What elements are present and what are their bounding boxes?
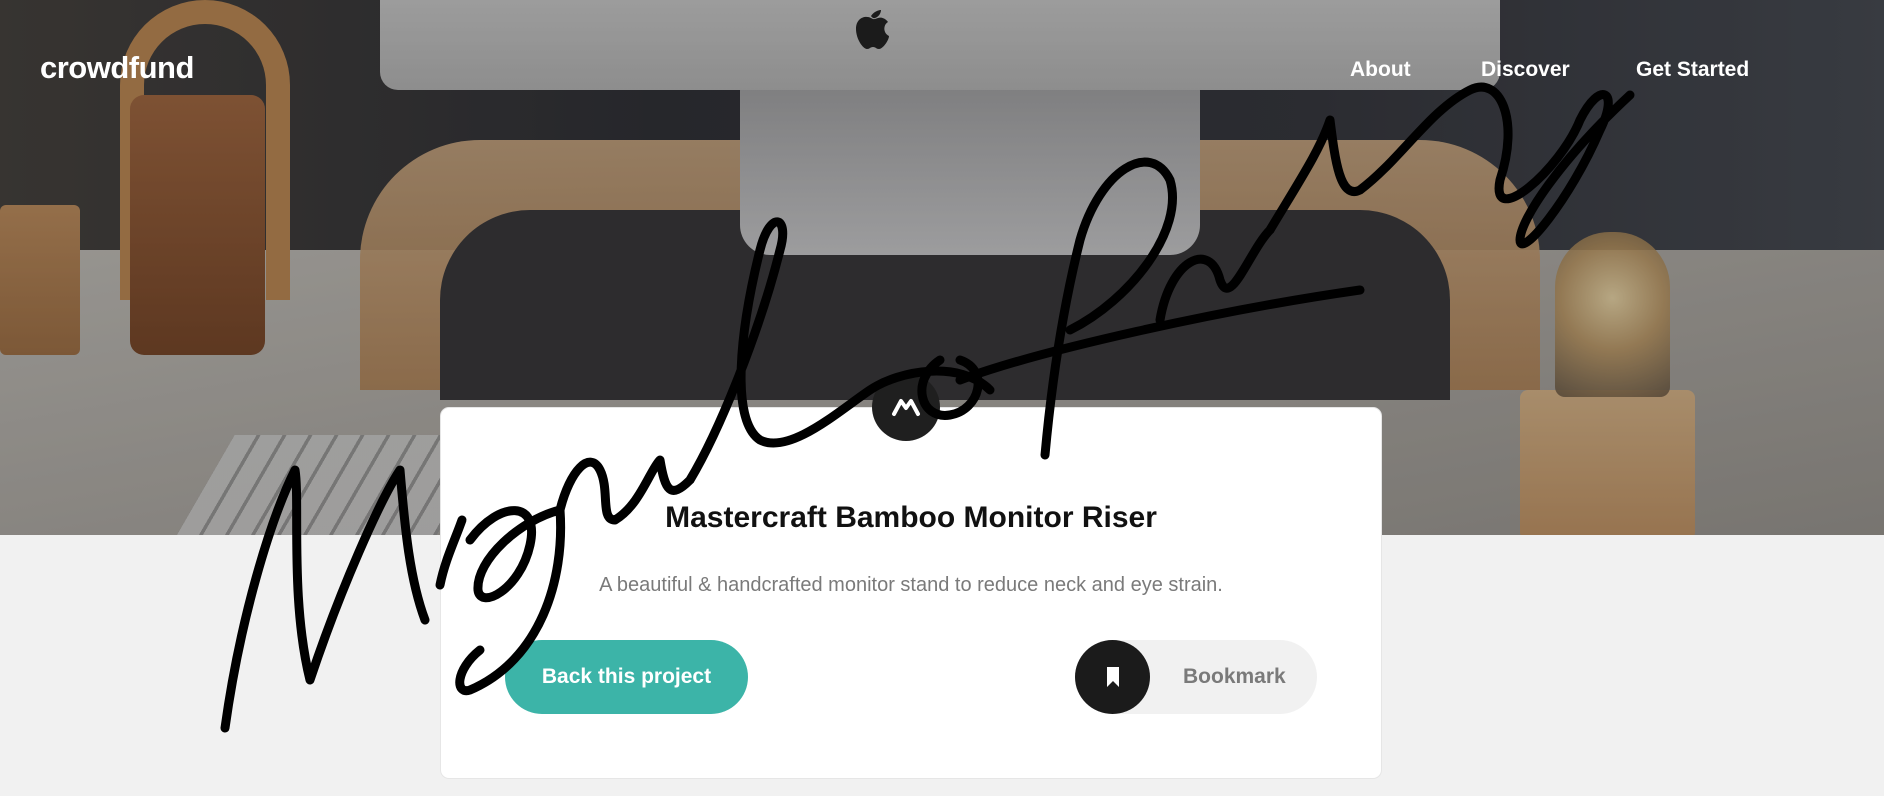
- bookmark-icon: [1106, 667, 1119, 687]
- nav-get-started[interactable]: Get Started: [1636, 58, 1749, 82]
- project-description: A beautiful & handcrafted monitor stand …: [599, 574, 1223, 596]
- apple-logo-icon: [856, 10, 889, 49]
- bookmark-label: Bookmark: [1183, 665, 1286, 688]
- bookmark-circle[interactable]: [1075, 640, 1150, 714]
- project-title: Mastercraft Bamboo Monitor Riser: [665, 501, 1157, 534]
- nav-discover[interactable]: Discover: [1481, 58, 1570, 82]
- back-project-button[interactable]: Back this project: [505, 640, 748, 714]
- brand-logo[interactable]: crowdfund: [40, 50, 194, 86]
- main-nav: About Discover Get Started: [1320, 58, 1884, 88]
- bookmark-button[interactable]: Bookmark: [1075, 640, 1317, 714]
- mastercraft-logo-icon: [872, 373, 940, 441]
- nav-about[interactable]: About: [1350, 58, 1411, 82]
